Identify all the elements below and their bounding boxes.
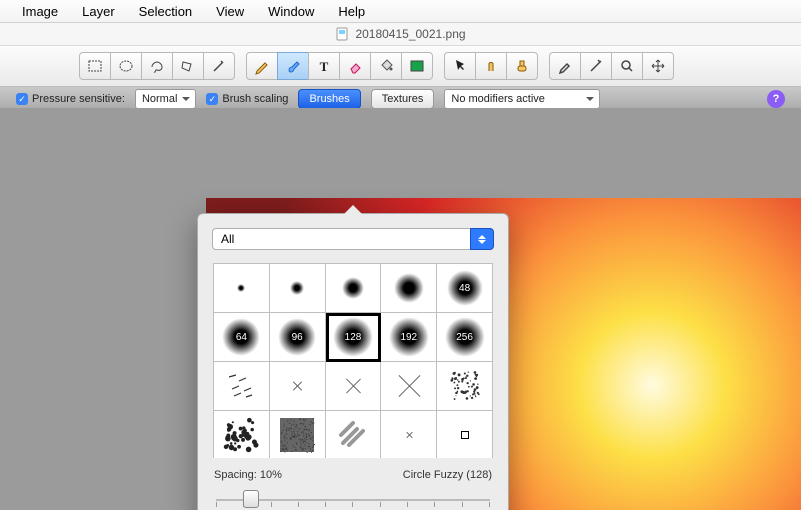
spacing-label: Spacing: 10%: [214, 469, 282, 481]
brush-cell[interactable]: [214, 264, 270, 313]
zoom-tool[interactable]: [611, 52, 643, 80]
brush-tool[interactable]: [277, 52, 309, 80]
textures-button[interactable]: Textures: [371, 89, 435, 109]
polygon-select-tool[interactable]: [172, 52, 204, 80]
brush-cell[interactable]: [270, 362, 326, 411]
gradient-tool[interactable]: [401, 52, 433, 80]
svg-text:T: T: [320, 59, 329, 74]
category-input[interactable]: [212, 228, 470, 250]
brush-cell[interactable]: 192: [381, 313, 437, 362]
bucket-tool[interactable]: [370, 52, 402, 80]
smudge-tool[interactable]: [475, 52, 507, 80]
menu-window[interactable]: Window: [256, 0, 326, 22]
move-tool[interactable]: [642, 52, 674, 80]
brush-cell[interactable]: [270, 264, 326, 313]
brush-cell[interactable]: 64: [214, 313, 270, 362]
brush-cell[interactable]: [270, 411, 326, 459]
brush-scaling-checkbox[interactable]: ✓Brush scaling: [206, 93, 288, 106]
category-dropdown-button[interactable]: [470, 228, 494, 250]
brush-cell[interactable]: [381, 362, 437, 411]
spacing-slider[interactable]: [216, 487, 490, 507]
brush-grid: 48 6496128192256: [213, 263, 493, 459]
brush-cell[interactable]: [214, 362, 270, 411]
text-tool[interactable]: T: [308, 52, 340, 80]
menu-view[interactable]: View: [204, 0, 256, 22]
slider-thumb[interactable]: [243, 490, 259, 508]
rect-select-tool[interactable]: [79, 52, 111, 80]
brush-cell[interactable]: [381, 411, 437, 459]
brush-cell[interactable]: [437, 411, 493, 459]
wand-tool[interactable]: [203, 52, 235, 80]
brushes-button[interactable]: Brushes: [298, 89, 360, 109]
brush-cell[interactable]: [214, 411, 270, 459]
pressure-mode-select[interactable]: Normal: [135, 89, 196, 109]
brush-cell[interactable]: [326, 362, 382, 411]
brush-cell[interactable]: [437, 362, 493, 411]
brush-cell[interactable]: 128: [326, 313, 382, 362]
menubar: ImageLayerSelectionViewWindowHelp: [0, 0, 801, 23]
crop-tool[interactable]: [580, 52, 612, 80]
category-combo[interactable]: [212, 228, 494, 250]
pencil-tool[interactable]: [246, 52, 278, 80]
menu-help[interactable]: Help: [326, 0, 377, 22]
file-icon: [335, 27, 349, 41]
menu-layer[interactable]: Layer: [70, 0, 127, 22]
modifiers-select[interactable]: No modifiers active: [444, 89, 600, 109]
brush-cell[interactable]: [326, 264, 382, 313]
brush-cell[interactable]: [381, 264, 437, 313]
titlebar: 20180415_0021.png: [0, 23, 801, 46]
selected-brush-name: Circle Fuzzy (128): [403, 469, 492, 481]
canvas-area: 48 6496128192256 Spacing: 10% Circle Fuzz…: [0, 108, 801, 510]
pointer-tool[interactable]: [444, 52, 476, 80]
menu-selection[interactable]: Selection: [127, 0, 204, 22]
brush-cell[interactable]: 48: [437, 264, 493, 313]
brush-cell[interactable]: [326, 411, 382, 459]
help-button[interactable]: ?: [767, 90, 785, 108]
toolbar: T: [0, 46, 801, 87]
clone-tool[interactable]: [506, 52, 538, 80]
brush-grid-scroll[interactable]: 48 6496128192256: [212, 262, 494, 459]
filename: 20180415_0021.png: [355, 27, 465, 41]
ellipse-select-tool[interactable]: [110, 52, 142, 80]
lasso-tool[interactable]: [141, 52, 173, 80]
pressure-checkbox[interactable]: ✓Pressure sensitive:: [16, 93, 125, 106]
brush-cell[interactable]: 256: [437, 313, 493, 362]
eyedropper-tool[interactable]: [549, 52, 581, 80]
brushes-popover: 48 6496128192256 Spacing: 10% Circle Fuzz…: [197, 213, 509, 510]
eraser-tool[interactable]: [339, 52, 371, 80]
menu-image[interactable]: Image: [10, 0, 70, 22]
brush-cell[interactable]: 96: [270, 313, 326, 362]
